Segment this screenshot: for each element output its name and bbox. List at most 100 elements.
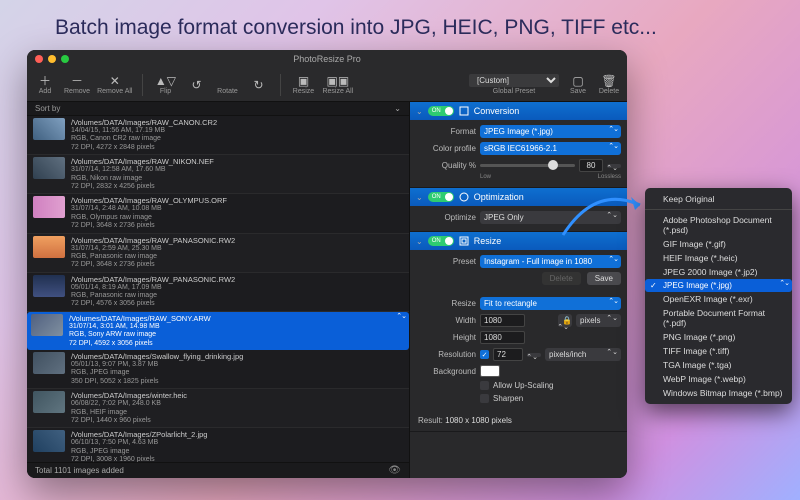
- conversion-section: ⌄ ON Conversion Format JPEG Image (*.jpg)…: [410, 102, 627, 188]
- resolution-label: Resolution: [416, 350, 476, 359]
- format-select[interactable]: JPEG Image (*.jpg): [480, 125, 621, 138]
- dropdown-item-keep[interactable]: Keep Original: [645, 192, 792, 206]
- chevron-down-icon: ⌄: [416, 107, 423, 116]
- dropdown-item[interactable]: Windows Bitmap Image (*.bmp): [645, 386, 792, 400]
- resolution-checkbox[interactable]: ✓: [480, 350, 489, 359]
- add-button[interactable]: ＋Add: [33, 74, 57, 95]
- dropdown-item[interactable]: JPEG Image (*.jpg): [645, 279, 792, 292]
- optimize-label: Optimize: [416, 213, 476, 222]
- plus-icon: ＋: [39, 74, 51, 87]
- flip-button[interactable]: ▲▽Flip: [153, 74, 177, 95]
- conversion-header[interactable]: ⌄ ON Conversion: [410, 102, 627, 120]
- global-preset-select[interactable]: [Custom]: [469, 74, 559, 87]
- chevron-down-icon: ⌄: [416, 193, 423, 202]
- dropdown-item[interactable]: TGA Image (*.tga): [645, 358, 792, 372]
- optimization-section: ⌄ ON Optimization Optimize JPEG Only: [410, 188, 627, 232]
- optimization-header[interactable]: ⌄ ON Optimization: [410, 188, 627, 206]
- optimization-toggle[interactable]: ON: [428, 192, 454, 202]
- quality-stepper[interactable]: [607, 164, 621, 168]
- file-panel: Sort by⌄ /Volumes/DATA/Images/RAW_CANON.…: [27, 102, 409, 478]
- close-icon[interactable]: [35, 55, 43, 63]
- cross-icon: ✕: [110, 74, 120, 87]
- upscaling-label: Allow Up-Scaling: [493, 381, 553, 390]
- gauge-icon: [459, 192, 469, 202]
- dropdown-item[interactable]: GIF Image (*.gif): [645, 237, 792, 251]
- remove-button[interactable]: －Remove: [64, 74, 90, 95]
- dropdown-item[interactable]: WebP Image (*.webp): [645, 372, 792, 386]
- background-color-swatch[interactable]: [480, 365, 500, 377]
- thumbnail: [33, 157, 65, 179]
- resize-mode-select[interactable]: Fit to rectangle: [480, 297, 621, 310]
- quality-value[interactable]: 80: [579, 159, 603, 172]
- app-window: PhotoResize Pro ＋Add －Remove ✕Remove All…: [27, 50, 627, 478]
- lock-icon[interactable]: 🔒: [558, 314, 572, 327]
- chevron-down-icon: ⌄: [394, 104, 401, 113]
- thumbnail: [33, 430, 65, 452]
- height-input[interactable]: [480, 331, 525, 344]
- resize-header[interactable]: ⌄ ON Resize: [410, 232, 627, 250]
- rotate-left-button[interactable]: ↺: [184, 78, 208, 91]
- background-label: Background: [416, 367, 476, 376]
- thumbnail: [33, 196, 65, 218]
- format-dropdown[interactable]: Keep Original Adobe Photoshop Document (…: [645, 188, 792, 404]
- list-item[interactable]: /Volumes/DATA/Images/RAW_CANON.CR214/04/…: [27, 116, 409, 155]
- sort-bar[interactable]: Sort by⌄: [27, 102, 409, 116]
- list-item[interactable]: /Volumes/DATA/Images/RAW_OLYMPUS.ORF31/0…: [27, 194, 409, 233]
- rotate-right-button[interactable]: ↻: [246, 78, 270, 91]
- file-list[interactable]: /Volumes/DATA/Images/RAW_CANON.CR214/04/…: [27, 116, 409, 462]
- optimize-select[interactable]: JPEG Only: [480, 211, 621, 224]
- list-item[interactable]: /Volumes/DATA/Images/RAW_NIKON.NEF31/07/…: [27, 155, 409, 194]
- thumbnail: [31, 314, 63, 336]
- resolution-input[interactable]: [493, 348, 523, 361]
- dropdown-item[interactable]: OpenEXR Image (*.exr): [645, 292, 792, 306]
- minus-icon: －: [71, 74, 83, 87]
- preset-delete-button[interactable]: Delete: [542, 272, 581, 285]
- height-label: Height: [416, 333, 476, 342]
- thumbnail: [33, 275, 65, 297]
- resize-button[interactable]: ▣Resize: [291, 74, 315, 95]
- rotate-right-icon: ↻: [253, 78, 263, 91]
- preset-select[interactable]: Instagram - Full image in 1080: [480, 255, 621, 268]
- unit-select[interactable]: pixels: [576, 314, 621, 327]
- format-label: Format: [416, 127, 476, 136]
- thumbnail: [33, 236, 65, 258]
- sharpen-checkbox[interactable]: [480, 394, 489, 403]
- dropdown-item[interactable]: PNG Image (*.png): [645, 330, 792, 344]
- remove-all-button[interactable]: ✕Remove All: [97, 74, 132, 95]
- rotate-left-icon: ↺: [191, 78, 201, 91]
- preview-icon[interactable]: 👁: [388, 465, 401, 476]
- resize-all-button[interactable]: ▣▣Resize All: [322, 74, 353, 95]
- dropdown-item[interactable]: JPEG 2000 Image (*.jp2): [645, 265, 792, 279]
- width-label: Width: [416, 316, 476, 325]
- result-row: Result: 1080 x 1080 pixels: [410, 410, 627, 431]
- preset-save-button[interactable]: Save: [587, 272, 621, 285]
- delete-button[interactable]: 🗑Delete: [597, 74, 621, 95]
- conversion-toggle[interactable]: ON: [428, 106, 454, 116]
- dropdown-item[interactable]: Portable Document Format (*.pdf): [645, 306, 792, 330]
- sharpen-label: Sharpen: [493, 394, 523, 403]
- profile-select[interactable]: sRGB IEC61966-2.1: [480, 142, 621, 155]
- save-button[interactable]: ▢Save: [566, 74, 590, 95]
- list-item[interactable]: /Volumes/DATA/Images/ZPolarlicht_2.jpg06…: [27, 428, 409, 462]
- dropdown-item[interactable]: HEIF Image (*.heic): [645, 251, 792, 265]
- resize-mode-label: Resize: [416, 299, 476, 308]
- res-stepper[interactable]: [527, 353, 541, 357]
- resize-toggle[interactable]: ON: [428, 236, 454, 246]
- res-unit-select[interactable]: pixels/inch: [545, 348, 621, 361]
- list-item[interactable]: /Volumes/DATA/Images/RAW_SONY.ARW31/07/1…: [27, 312, 409, 350]
- width-input[interactable]: [480, 314, 525, 327]
- rotate-label: Rotate: [215, 74, 239, 95]
- list-item[interactable]: /Volumes/DATA/Images/Swallow_flying_drin…: [27, 350, 409, 389]
- quality-slider[interactable]: [480, 164, 575, 167]
- list-item[interactable]: /Volumes/DATA/Images/RAW_PANASONIC.RW231…: [27, 234, 409, 273]
- minimize-icon[interactable]: [48, 55, 56, 63]
- dropdown-item[interactable]: TIFF Image (*.tiff): [645, 344, 792, 358]
- trash-icon: 🗑: [601, 74, 616, 87]
- list-item[interactable]: /Volumes/DATA/Images/RAW_PANASONIC.RW205…: [27, 273, 409, 312]
- zoom-icon[interactable]: [61, 55, 69, 63]
- dropdown-item[interactable]: Adobe Photoshop Document (*.psd): [645, 213, 792, 237]
- traffic-lights: [35, 55, 69, 63]
- list-item[interactable]: /Volumes/DATA/Images/winter.heic06/08/22…: [27, 389, 409, 428]
- status-bar: Total 1101 images added👁: [27, 462, 409, 478]
- upscaling-checkbox[interactable]: [480, 381, 489, 390]
